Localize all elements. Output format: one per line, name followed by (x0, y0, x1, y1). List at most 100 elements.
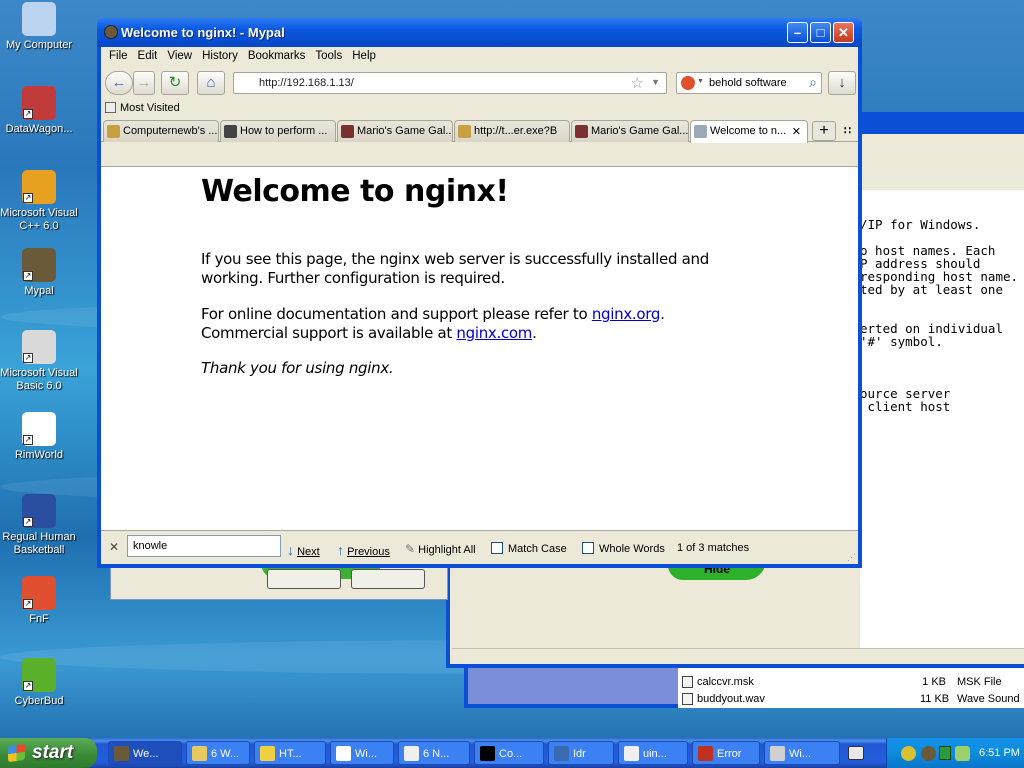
menu-item-view[interactable]: View (163, 47, 198, 62)
desktop-icon[interactable]: ↗ Microsoft Visual C++ 6.0 (0, 170, 78, 233)
taskbar-button[interactable]: Co... (474, 741, 544, 765)
tab-active[interactable]: Welcome to n... ✕ (690, 120, 808, 143)
taskbar-button[interactable]: Error (692, 741, 760, 765)
start-button[interactable]: start (0, 738, 97, 768)
taskbar-app-icon (192, 746, 207, 761)
taskbar-button[interactable]: Idr (548, 741, 614, 765)
menu-item-bookmarks[interactable]: Bookmarks (244, 47, 312, 62)
desktop-icon-label: RimWorld (14, 449, 64, 461)
file-type: MSK File (957, 676, 1002, 688)
console-line: /IP for Windows. (860, 217, 981, 232)
downloads-button[interactable]: ↓ (828, 71, 856, 95)
taskbar-button[interactable]: Wi... (764, 741, 840, 765)
back-button[interactable]: ← (105, 71, 133, 95)
taskbar-button-label: Wi... (355, 748, 377, 760)
support-period: . (532, 324, 537, 342)
home-button[interactable]: ⌂ (197, 71, 225, 95)
title-bar[interactable]: Welcome to nginx! - Mypal – □ ✕ (97, 18, 862, 47)
url-text: http://192.168.1.13/ (259, 77, 354, 89)
desktop-icon[interactable]: ↗ Regual Human Basketball (0, 494, 78, 557)
desktop-icon[interactable]: ↗ DataWagon... (0, 86, 78, 136)
background-dialog-button[interactable] (351, 569, 425, 589)
menu-item-file[interactable]: File (105, 47, 134, 62)
search-bar[interactable]: ▼ behold software ⌕ (676, 72, 822, 94)
bookmark-star-icon[interactable]: ☆ (631, 74, 644, 92)
close-findbar-icon[interactable]: ✕ (109, 540, 119, 554)
search-icon[interactable]: ⌕ (809, 74, 817, 91)
menu-item-tools[interactable]: Tools (311, 47, 348, 62)
file-name: calccvr.msk (697, 676, 754, 688)
tab-label: http://t...er.exe?B (474, 125, 558, 137)
cyberbud-tray-icon[interactable] (901, 746, 916, 761)
file-row[interactable]: calccvr.msk 1 KB MSK File (682, 675, 1024, 691)
clock[interactable]: 6:51 PM (979, 747, 1020, 759)
most-visited-bookmark[interactable]: Most Visited (105, 102, 180, 114)
search-engine-dropdown-icon[interactable]: ▼ (697, 78, 704, 85)
desktop-icon[interactable]: ↗ FnF (0, 576, 78, 626)
minimize-button[interactable]: – (787, 22, 808, 43)
taskbar-app-icon (770, 746, 785, 761)
find-input[interactable]: knowle (127, 535, 281, 557)
highlight-all-button[interactable]: ✎ Highlight All (405, 542, 476, 556)
browser-chrome: File Edit View History Bookmarks Tools Help ← … (101, 47, 858, 564)
background-dialog-button[interactable] (267, 569, 341, 589)
console-line: ted by at least one (860, 282, 1003, 297)
maximize-button[interactable]: □ (810, 22, 831, 43)
background-console-scrollbar[interactable] (452, 648, 1024, 664)
desktop-icon[interactable]: ↗ CyberBud (0, 658, 78, 708)
shortcut-arrow-icon: ↗ (23, 271, 33, 281)
match-case-checkbox[interactable]: Match Case (491, 542, 567, 555)
intro-line-2: working. Further configuration is requir… (201, 269, 505, 287)
taskbar-button[interactable]: Wi... (330, 741, 394, 765)
url-bar[interactable]: http://192.168.1.13/ ☆ ▼ (233, 72, 667, 94)
whole-words-label: Whole Words (599, 543, 665, 555)
shortcut-arrow-icon: ↗ (23, 193, 33, 203)
desktop-icon[interactable]: My Computer (0, 2, 78, 52)
menu-item-edit[interactable]: Edit (134, 47, 164, 62)
nginx-com-link[interactable]: nginx.com (456, 324, 532, 342)
find-next-button[interactable]: ↓ Next (287, 542, 320, 558)
tab[interactable]: http://t...er.exe?B (454, 120, 570, 142)
whole-words-box[interactable] (582, 542, 594, 554)
taskbar-button[interactable]: We... (108, 741, 182, 765)
tab[interactable]: How to perform ... (220, 120, 336, 142)
network-tray-icon[interactable] (955, 746, 970, 761)
forward-button[interactable]: → (133, 71, 155, 95)
quick-launch-icon[interactable] (848, 746, 864, 760)
whole-words-checkbox[interactable]: Whole Words (582, 542, 665, 555)
mypal-tray-icon[interactable] (921, 746, 936, 761)
docs-paragraph: For online documentation and support ple… (201, 305, 665, 343)
nginx-org-link[interactable]: nginx.org (592, 305, 661, 323)
taskbar-app-icon (404, 746, 419, 761)
list-all-tabs-icon[interactable]: ∷ (844, 124, 851, 137)
url-dropdown-icon[interactable]: ▼ (651, 77, 660, 87)
find-previous-button[interactable]: ↑ Previous (337, 542, 390, 558)
taskbar-button[interactable]: 6 W... (186, 741, 250, 765)
desktop-shortcut-icon: ↗ (22, 248, 56, 282)
navigation-toolbar: ← → ↻ ⌂ http://192.168.1.13/ ☆ ▼ ▼ behol… (101, 67, 858, 99)
taskbar-button[interactable]: HT... (254, 741, 326, 765)
tab-favicon-icon (575, 125, 588, 138)
desktop-icon[interactable]: ↗ Mypal (0, 248, 78, 298)
search-engine-icon[interactable] (681, 76, 695, 90)
reload-button[interactable]: ↻ (161, 71, 189, 95)
tab[interactable]: Computernewb's ... (103, 120, 219, 142)
resize-grip-icon[interactable]: ⋰ (847, 552, 856, 563)
new-tab-button[interactable]: + (812, 121, 836, 141)
green-tray-icon[interactable] (939, 746, 951, 760)
desktop-icon[interactable]: ↗ Microsoft Visual Basic 6.0 (0, 330, 78, 393)
taskbar-button[interactable]: 6 N... (398, 741, 470, 765)
taskbar-button[interactable]: uin... (618, 741, 688, 765)
tab-label: Mario's Game Gal... (357, 125, 453, 137)
tab-strip: + ∷ Computernewb's ... How to perform ...… (101, 118, 858, 143)
close-tab-icon[interactable]: ✕ (792, 125, 801, 138)
tab[interactable]: Mario's Game Gal... (337, 120, 453, 142)
desktop-icon[interactable]: ↗ RimWorld (0, 412, 78, 462)
menu-item-history[interactable]: History (198, 47, 244, 62)
browser-window[interactable]: Welcome to nginx! - Mypal – □ ✕ File Edit… (97, 18, 862, 568)
tab[interactable]: Mario's Game Gal... (571, 120, 689, 142)
file-row[interactable]: buddyout.wav 11 KB Wave Sound (682, 692, 1024, 708)
match-case-box[interactable] (491, 542, 503, 554)
close-button[interactable]: ✕ (833, 22, 854, 43)
menu-item-help[interactable]: Help (348, 47, 382, 62)
